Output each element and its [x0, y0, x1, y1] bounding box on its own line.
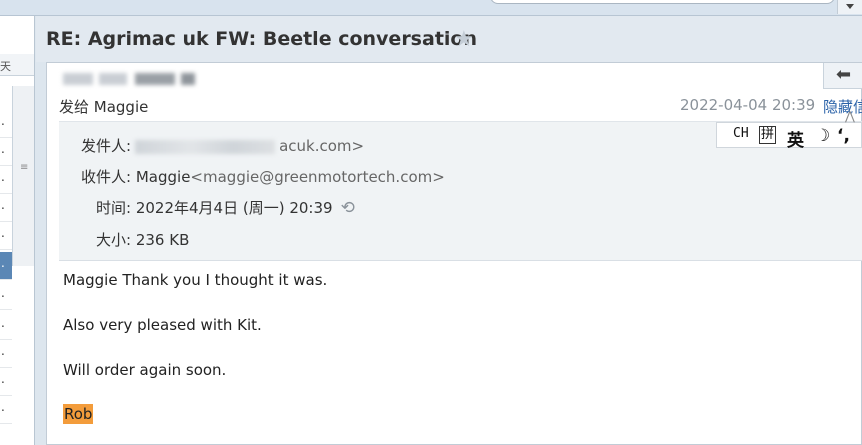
ime-punctuation-icon[interactable]: ‘, — [837, 126, 850, 146]
mail-list-panel: 天 ≡ . . . . . . . . . . . — [0, 16, 35, 445]
ime-pinyin-button[interactable]: 拼 — [759, 126, 777, 144]
to-row: 收件人: Maggie<maggie@greenmotortech.com> — [81, 166, 445, 187]
list-item[interactable]: . — [0, 396, 12, 424]
column-header-label: 天 — [0, 60, 11, 73]
list-item[interactable]: . — [0, 368, 12, 396]
pane-splitter[interactable]: ≡ — [12, 86, 34, 266]
from-label: 发件人: — [81, 137, 132, 155]
message-card: ⬅ 发给 Maggie 2022-04-04 20:39 隐藏信 发件人: acu… — [46, 62, 862, 445]
redacted-sender-address — [135, 139, 276, 154]
ime-toolbar[interactable]: CH 拼 英 ☽ ‘, — [716, 122, 862, 151]
to-address[interactable]: <maggie@greenmotortech.com> — [190, 168, 444, 186]
body-line: Will order again soon. — [63, 361, 227, 379]
size-value: 236 KB — [135, 231, 190, 249]
message-subject-bar: RE: Agrimac uk FW: Beetle conversation ★ — [36, 16, 862, 62]
history-icon[interactable]: ⟲ — [341, 198, 355, 218]
message-subject: RE: Agrimac uk FW: Beetle conversation — [46, 28, 477, 50]
redacted-sender-name — [59, 67, 197, 89]
scroll-down-button[interactable] — [837, 0, 862, 14]
signature-highlight: Rob — [63, 404, 94, 424]
list-item[interactable]: . — [0, 194, 12, 222]
time-label: 时间: — [96, 199, 132, 217]
time-row: 时间: 2022年4月4日 (周一) 20:39 ⟲ — [96, 197, 355, 218]
sent-to-label: 发给 Maggie — [59, 98, 149, 116]
hide-details-link[interactable]: 隐藏信 — [823, 96, 862, 117]
size-label: 大小: — [96, 231, 132, 249]
list-column-header[interactable]: 天 — [0, 54, 34, 76]
list-item-selected[interactable]: . — [0, 252, 12, 280]
body-line: Also very pleased with Kit. — [63, 316, 262, 334]
to-name[interactable]: Maggie — [136, 168, 191, 186]
size-row: 大小: 236 KB — [96, 229, 189, 250]
list-item[interactable]: . — [0, 340, 12, 368]
ime-english-toggle[interactable]: 英 — [787, 126, 804, 151]
list-item[interactable]: . — [0, 312, 12, 340]
to-label: 收件人: — [81, 168, 132, 186]
from-address[interactable]: acuk.com> — [279, 137, 364, 155]
grip-icon: ≡ — [20, 162, 29, 173]
list-item[interactable]: . — [0, 110, 12, 138]
message-date: 2022-04-04 20:39 — [680, 96, 816, 114]
list-item[interactable]: . — [0, 166, 12, 194]
reply-icon[interactable]: ⬅ — [823, 63, 862, 89]
list-item[interactable]: . — [0, 222, 12, 250]
body-line: Maggie Thank you I thought it was. — [63, 271, 328, 289]
ime-pin-icon[interactable]: ⋀ — [845, 109, 855, 123]
ime-halfwidth-icon[interactable]: ☽ — [815, 126, 830, 146]
star-icon[interactable]: ★ — [454, 27, 474, 52]
time-value: 2022年4月4日 (周一) 20:39 — [135, 199, 333, 217]
list-item[interactable]: . — [0, 138, 12, 166]
from-row: 发件人: acuk.com> — [81, 135, 364, 156]
signature-line: Rob — [63, 404, 94, 424]
chevron-down-icon — [846, 4, 854, 9]
top-toolbar — [0, 0, 862, 16]
search-box[interactable] — [490, 0, 835, 4]
ime-language-button[interactable]: CH — [733, 126, 749, 141]
list-item[interactable]: . — [0, 282, 12, 310]
